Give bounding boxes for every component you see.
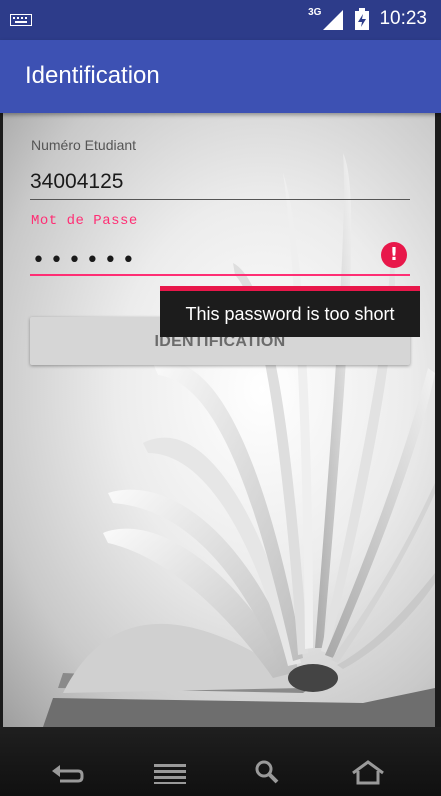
- signal-icon: [323, 10, 344, 30]
- network-type-label: 3G: [308, 6, 322, 18]
- home-icon[interactable]: [350, 759, 386, 785]
- app-bar: Identification: [0, 40, 441, 113]
- navigation-bar: [0, 727, 441, 796]
- search-icon[interactable]: [250, 759, 286, 785]
- student-number-input[interactable]: 34004125: [30, 170, 123, 194]
- password-underline: [30, 274, 410, 276]
- battery-icon: [355, 8, 370, 30]
- student-number-underline: [30, 199, 410, 200]
- app-title: Identification: [25, 62, 160, 89]
- phone-screen: 3G 10:23 Identification Numéro Etudiant …: [0, 0, 441, 796]
- password-label: Mot de Passe: [31, 213, 138, 229]
- status-clock: 10:23: [379, 8, 427, 29]
- back-icon[interactable]: [50, 759, 86, 785]
- status-bar: 3G 10:23: [0, 0, 441, 40]
- student-number-label: Numéro Etudiant: [31, 137, 137, 153]
- book-background-image: [43, 153, 435, 727]
- menu-icon[interactable]: [152, 759, 188, 785]
- password-input[interactable]: ••••••: [32, 248, 140, 273]
- password-error-tooltip: This password is too short: [160, 286, 420, 337]
- keyboard-icon: [10, 14, 32, 26]
- login-content: Numéro Etudiant 34004125 Mot de Passe ••…: [3, 113, 435, 727]
- error-icon: !: [381, 242, 407, 268]
